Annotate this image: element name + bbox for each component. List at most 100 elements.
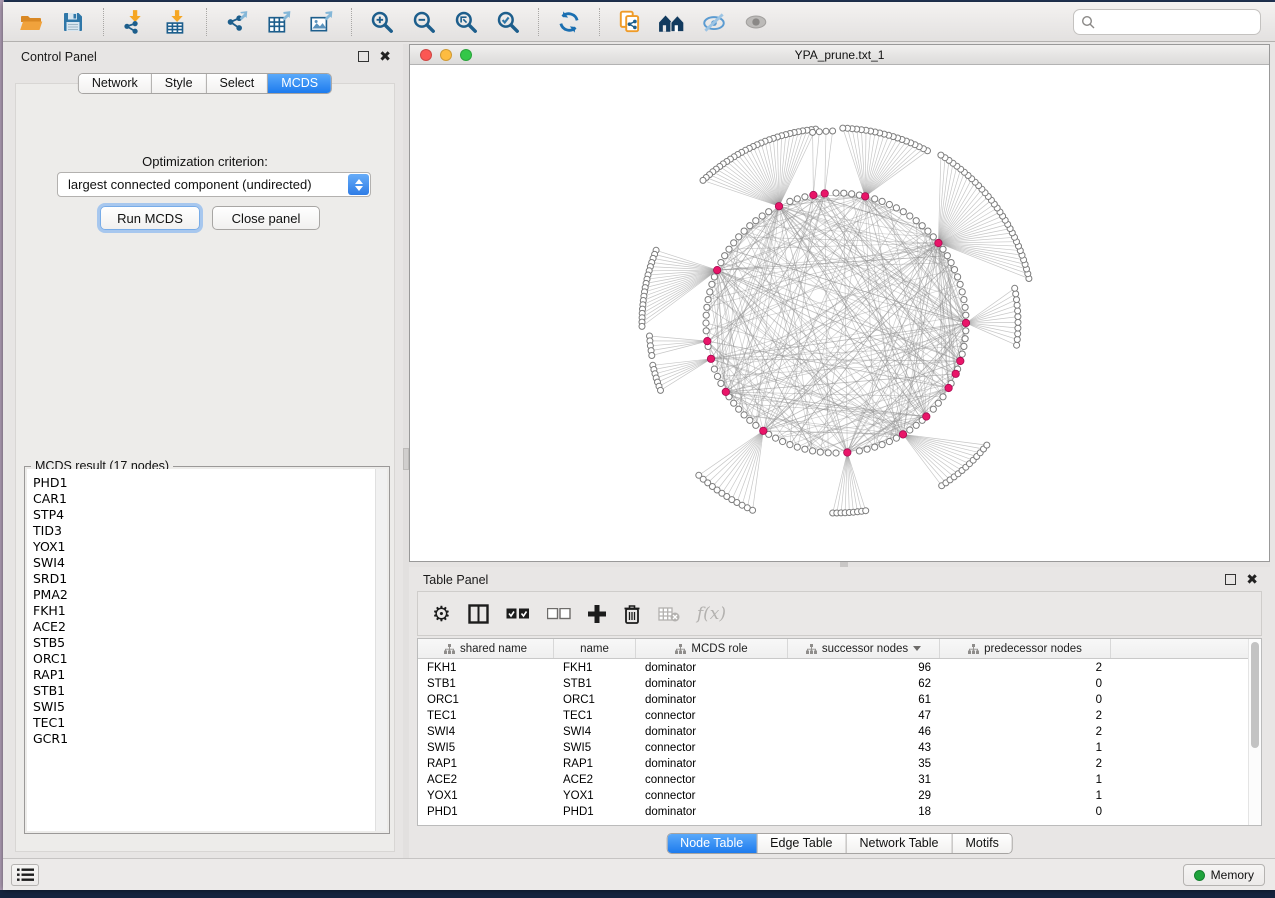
- tab-style[interactable]: Style: [152, 74, 207, 93]
- graph-leaf-node[interactable]: [1015, 331, 1021, 337]
- graph-leaf-node[interactable]: [649, 353, 655, 359]
- graph-node[interactable]: [741, 412, 747, 418]
- table-row[interactable]: RAP1RAP1dominator352: [418, 756, 1248, 772]
- graph-node[interactable]: [940, 246, 946, 252]
- graph-node[interactable]: [879, 442, 885, 448]
- column-header-MCDS-role[interactable]: MCDS role: [636, 639, 788, 658]
- tab-network[interactable]: Network: [79, 74, 152, 93]
- graph-node[interactable]: [787, 198, 793, 204]
- graph-node[interactable]: [962, 336, 968, 342]
- tab-mcds[interactable]: MCDS: [268, 74, 331, 93]
- graph-node[interactable]: [794, 444, 800, 450]
- graph-leaf-node[interactable]: [823, 128, 829, 134]
- graph-node[interactable]: [722, 253, 728, 259]
- table-row[interactable]: ACE2ACE2connector311: [418, 772, 1248, 788]
- zoom-out-button[interactable]: [406, 6, 442, 38]
- graph-leaf-node[interactable]: [1014, 297, 1020, 303]
- result-list-item[interactable]: STB1: [33, 683, 375, 699]
- result-list-item[interactable]: SWI5: [33, 699, 375, 715]
- column-header-name[interactable]: name: [554, 639, 636, 658]
- graph-node[interactable]: [705, 297, 711, 303]
- refresh-button[interactable]: [551, 6, 587, 38]
- graph-leaf-node[interactable]: [938, 152, 944, 158]
- graph-leaf-node[interactable]: [1015, 319, 1021, 325]
- graph-node[interactable]: [872, 196, 878, 202]
- zoom-selected-button[interactable]: [490, 6, 526, 38]
- graph-node[interactable]: [773, 435, 779, 441]
- graph-leaf-node[interactable]: [816, 129, 822, 135]
- graph-hub-node[interactable]: [899, 431, 906, 438]
- graph-node[interactable]: [780, 438, 786, 444]
- graph-node[interactable]: [919, 223, 925, 229]
- graph-node[interactable]: [913, 218, 919, 224]
- result-list-item[interactable]: STB5: [33, 635, 375, 651]
- table-row[interactable]: SWI4SWI4dominator462: [418, 724, 1248, 740]
- delete-column-button[interactable]: [623, 604, 641, 624]
- table-options-button[interactable]: ⚙: [432, 604, 451, 624]
- result-list-item[interactable]: SWI4: [33, 555, 375, 571]
- graph-node[interactable]: [935, 400, 941, 406]
- graph-hub-node[interactable]: [945, 384, 952, 391]
- delete-table-button[interactable]: [658, 606, 680, 622]
- run-mcds-button[interactable]: Run MCDS: [100, 206, 200, 230]
- float-window-icon[interactable]: [358, 51, 369, 62]
- graph-leaf-node[interactable]: [1015, 308, 1021, 314]
- close-panel-icon[interactable]: ✖: [379, 48, 391, 64]
- graph-leaf-node[interactable]: [1014, 342, 1020, 348]
- graph-node[interactable]: [741, 228, 747, 234]
- graph-node[interactable]: [833, 450, 839, 456]
- float-window-icon[interactable]: [1225, 574, 1236, 585]
- export-image-button[interactable]: [303, 6, 339, 38]
- graph-node[interactable]: [948, 260, 954, 266]
- graph-node[interactable]: [961, 297, 967, 303]
- graph-hub-node[interactable]: [775, 203, 782, 210]
- graph-node[interactable]: [841, 190, 847, 196]
- graph-node[interactable]: [856, 448, 862, 454]
- graph-hub-node[interactable]: [810, 191, 817, 198]
- maximize-window-icon[interactable]: [460, 49, 472, 61]
- graph-hub-node[interactable]: [821, 190, 828, 197]
- function-builder-button[interactable]: f(x): [697, 604, 726, 624]
- graph-node[interactable]: [955, 274, 961, 280]
- graph-node[interactable]: [893, 205, 899, 211]
- graph-node[interactable]: [872, 444, 878, 450]
- network-graph[interactable]: [410, 65, 1269, 561]
- graph-hub-node[interactable]: [962, 319, 969, 326]
- table-row[interactable]: TEC1TEC1connector472: [418, 708, 1248, 724]
- graph-node[interactable]: [747, 417, 753, 423]
- graph-node[interactable]: [944, 253, 950, 259]
- table-row[interactable]: SWI5SWI5connector431: [418, 740, 1248, 756]
- column-header-predecessor-nodes[interactable]: predecessor nodes: [940, 639, 1111, 658]
- graph-node[interactable]: [709, 281, 715, 287]
- open-file-button[interactable]: [13, 6, 49, 38]
- graph-leaf-node[interactable]: [639, 323, 645, 329]
- graph-node[interactable]: [794, 196, 800, 202]
- tab-node-table[interactable]: Node Table: [667, 834, 757, 853]
- graph-node[interactable]: [879, 198, 885, 204]
- graph-node[interactable]: [711, 274, 717, 280]
- close-panel-button[interactable]: Close panel: [212, 206, 320, 230]
- table-row[interactable]: ORC1ORC1dominator610: [418, 692, 1248, 708]
- minimize-window-icon[interactable]: [440, 49, 452, 61]
- graph-node[interactable]: [736, 234, 742, 240]
- graph-leaf-node[interactable]: [1015, 314, 1021, 320]
- table-scrollbar[interactable]: [1248, 639, 1261, 825]
- result-list-item[interactable]: YOX1: [33, 539, 375, 555]
- result-list-item[interactable]: ACE2: [33, 619, 375, 635]
- save-session-button[interactable]: [55, 6, 91, 38]
- graph-node[interactable]: [930, 234, 936, 240]
- graph-leaf-node[interactable]: [658, 387, 664, 393]
- graph-node[interactable]: [930, 406, 936, 412]
- select-all-columns-button[interactable]: [506, 608, 530, 620]
- graph-node[interactable]: [703, 328, 709, 334]
- graph-hub-node[interactable]: [844, 449, 851, 456]
- graph-node[interactable]: [753, 422, 759, 428]
- zoom-in-button[interactable]: [364, 6, 400, 38]
- add-column-button[interactable]: [588, 605, 606, 623]
- table-row[interactable]: STB1STB1dominator620: [418, 676, 1248, 692]
- search-box[interactable]: [1073, 9, 1261, 35]
- copy-network-button[interactable]: [612, 6, 648, 38]
- table-row[interactable]: YOX1YOX1connector291: [418, 788, 1248, 804]
- graph-node[interactable]: [703, 312, 709, 318]
- graph-node[interactable]: [718, 380, 724, 386]
